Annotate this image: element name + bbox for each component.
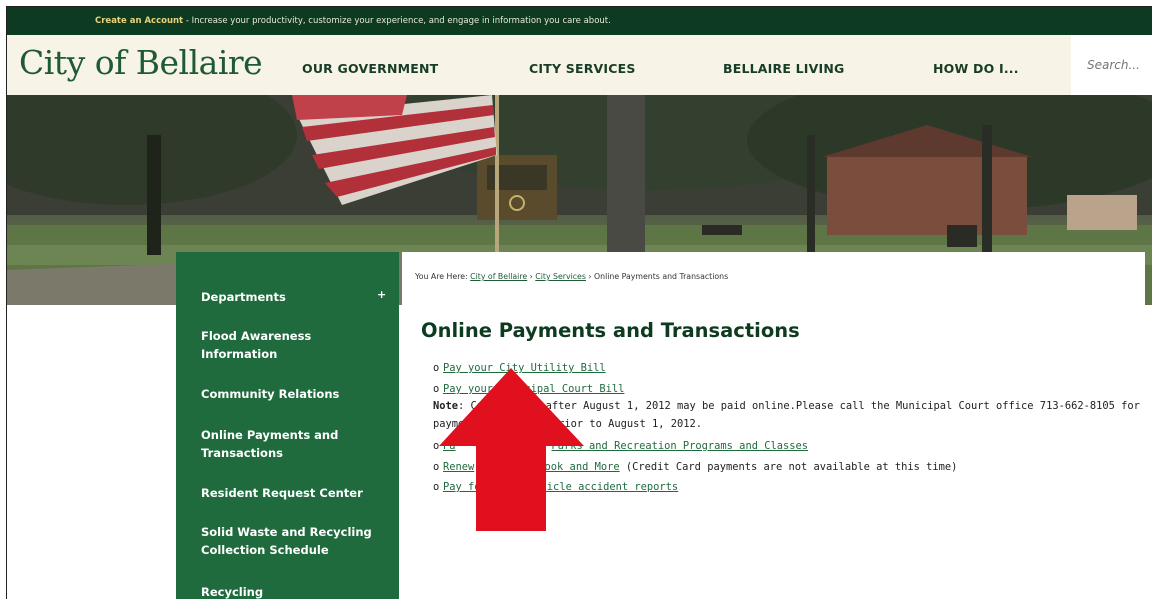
search-box bbox=[1071, 35, 1152, 95]
sidebar-item-solid-waste[interactable]: Solid Waste and Recycling Collection Sch… bbox=[201, 523, 381, 559]
bullet-marker: o bbox=[433, 440, 440, 452]
breadcrumb-city-services[interactable]: City Services bbox=[535, 272, 586, 281]
sidebar-item-departments[interactable]: Departments bbox=[201, 288, 381, 306]
sidebar-item-community-relations[interactable]: Community Relations bbox=[201, 385, 381, 403]
renew-book-link[interactable]: Book and More bbox=[538, 461, 619, 473]
top-strip-text: - Increase your productivity, customize … bbox=[183, 16, 611, 26]
create-account-link[interactable]: Create an Account bbox=[95, 16, 183, 26]
breadcrumb: You Are Here: City of Bellaire › City Se… bbox=[415, 272, 728, 281]
bullet-marker: o bbox=[433, 461, 440, 473]
accident-reports-link-start[interactable]: Pay fo bbox=[443, 481, 481, 493]
search-input[interactable] bbox=[1071, 35, 1152, 95]
nav-bellaire-living[interactable]: BELLAIRE LIVING bbox=[723, 61, 845, 76]
site-logo[interactable]: City of Bellaire bbox=[19, 43, 263, 82]
breadcrumb-separator: › bbox=[529, 272, 533, 281]
left-sidebar-nav: Departments + Flood Awareness Informatio… bbox=[176, 252, 399, 599]
pay-parks-link-start[interactable]: Pa bbox=[443, 440, 456, 452]
browser-viewport: Create an Account - Increase your produc… bbox=[6, 6, 1152, 599]
nav-city-services[interactable]: CITY SERVICES bbox=[529, 61, 636, 76]
renew-link-start[interactable]: Renew bbox=[443, 461, 474, 473]
note-text-line2: payme tions issued prior to August 1, 20… bbox=[433, 418, 702, 430]
bullet-marker: o bbox=[433, 383, 440, 395]
court-note: Note: Ca ed on or after August 1, 2012 m… bbox=[433, 400, 1140, 412]
expand-plus-icon[interactable]: + bbox=[377, 288, 386, 301]
breadcrumb-home[interactable]: City of Bellaire bbox=[470, 272, 527, 281]
list-item: o Renew Book and More (Credit Card payment… bbox=[433, 461, 957, 473]
list-item: o Pay your Municipal Court Bill bbox=[433, 383, 624, 395]
pay-court-bill-link[interactable]: Pay your Municipal Court Bill bbox=[443, 383, 624, 395]
list-item: o Pa Parks and Recreation Programs and Cla… bbox=[433, 440, 808, 452]
court-note-cont: payme tions issued prior to August 1, 20… bbox=[433, 418, 702, 430]
accident-reports-link[interactable]: hicle accident reports bbox=[541, 481, 679, 493]
list-item: o Pay fo hicle accident reports bbox=[433, 481, 678, 493]
top-announcement-bar: Create an Account - Increase your produc… bbox=[7, 7, 1152, 35]
credit-card-note: (Credit Card payments are not available … bbox=[619, 461, 958, 473]
breadcrumb-prefix: You Are Here: bbox=[415, 272, 471, 281]
list-item: o Pay your City Utility Bill bbox=[433, 362, 606, 374]
main-content: You Are Here: City of Bellaire › City Se… bbox=[402, 252, 1145, 599]
bullet-marker: o bbox=[433, 481, 440, 493]
bullet-marker: o bbox=[433, 362, 440, 374]
note-text-line1: : Ca ed on or after August 1, 2012 may b… bbox=[458, 400, 1140, 412]
breadcrumb-current: Online Payments and Transactions bbox=[594, 272, 729, 281]
note-label: Note bbox=[433, 400, 459, 412]
sidebar-item-resident-request[interactable]: Resident Request Center bbox=[201, 484, 381, 502]
pay-parks-programs-link[interactable]: Parks and Recreation Programs and Classe… bbox=[552, 440, 808, 452]
breadcrumb-separator: › bbox=[588, 272, 592, 281]
pay-utility-bill-link[interactable]: Pay your City Utility Bill bbox=[443, 362, 606, 374]
sidebar-item-online-payments[interactable]: Online Payments and Transactions bbox=[201, 426, 381, 462]
sidebar-item-flood-awareness[interactable]: Flood Awareness Information bbox=[201, 327, 381, 363]
site-header: City of Bellaire OUR GOVERNMENT CITY SER… bbox=[7, 35, 1152, 95]
nav-how-do-i[interactable]: HOW DO I... bbox=[933, 61, 1019, 76]
nav-our-government[interactable]: OUR GOVERNMENT bbox=[302, 61, 438, 76]
page-title: Online Payments and Transactions bbox=[421, 319, 800, 342]
sidebar-item-recycling[interactable]: Recycling bbox=[201, 583, 381, 599]
